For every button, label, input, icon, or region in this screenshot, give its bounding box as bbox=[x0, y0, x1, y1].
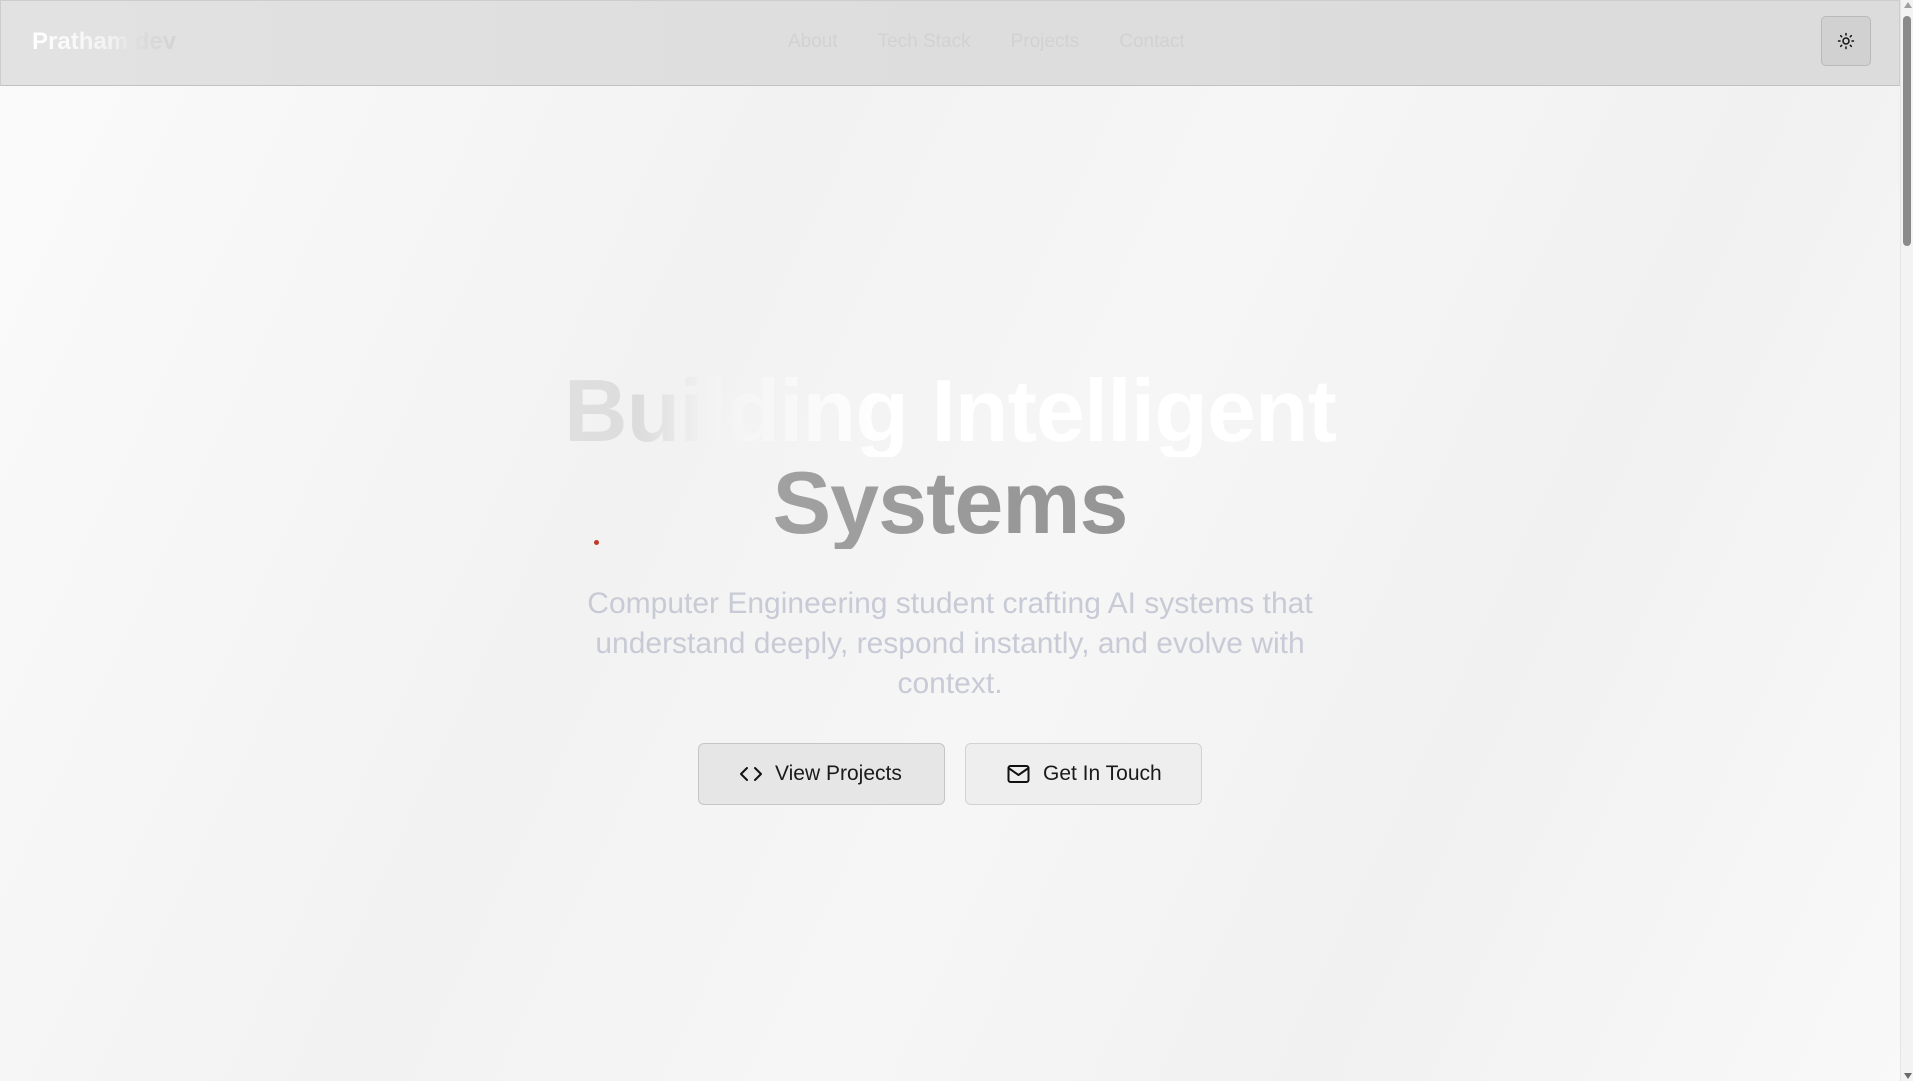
page-scrollbar[interactable] bbox=[1900, 0, 1913, 1081]
scroll-up-arrow-icon[interactable] bbox=[1904, 2, 1912, 8]
hero-buttons: View Projects Get In Touch bbox=[698, 743, 1202, 805]
scrollbar-thumb[interactable] bbox=[1903, 16, 1911, 246]
top-navbar: Pratham.dev About Tech Stack Projects Co… bbox=[0, 0, 1900, 86]
theme-toggle-button[interactable] bbox=[1821, 16, 1871, 66]
hero-title-line-1: Building Intelligent bbox=[350, 365, 1550, 457]
nav-link-contact[interactable]: Contact bbox=[1119, 29, 1184, 55]
nav-links: About Tech Stack Projects Contact bbox=[788, 29, 1185, 55]
mail-icon bbox=[1007, 765, 1030, 783]
view-projects-label: View Projects bbox=[775, 762, 902, 785]
nav-link-projects[interactable]: Projects bbox=[1011, 29, 1080, 55]
nav-link-tech-stack[interactable]: Tech Stack bbox=[878, 29, 971, 55]
nav-link-about[interactable]: About bbox=[788, 29, 838, 55]
view-projects-button[interactable]: View Projects bbox=[698, 743, 945, 805]
cursor-dot bbox=[594, 540, 599, 545]
brand-logo[interactable]: Pratham.dev bbox=[32, 26, 176, 58]
hero-subtitle: Computer Engineering student crafting AI… bbox=[587, 587, 1313, 700]
sun-icon bbox=[1837, 32, 1855, 50]
hero-title-line-2: Systems bbox=[350, 457, 1550, 549]
get-in-touch-button[interactable]: Get In Touch bbox=[965, 743, 1202, 805]
code-icon bbox=[740, 767, 762, 781]
hero-title: Building Intelligent Systems bbox=[350, 365, 1550, 549]
scroll-down-arrow-icon[interactable] bbox=[1904, 1073, 1912, 1079]
get-in-touch-label: Get In Touch bbox=[1043, 762, 1162, 785]
